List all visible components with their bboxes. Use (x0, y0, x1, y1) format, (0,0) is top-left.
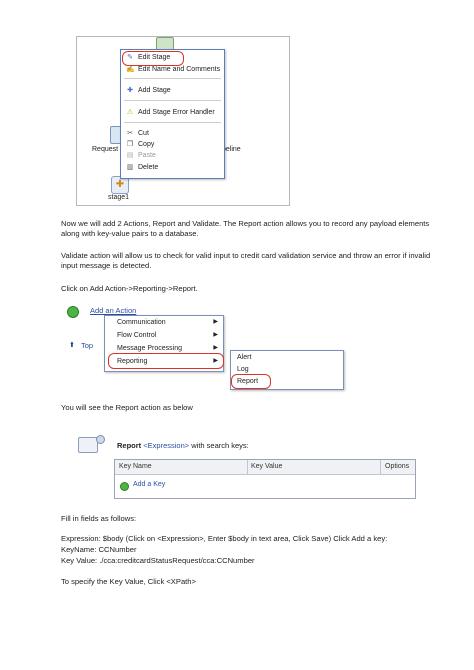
reporting-highlight (108, 353, 224, 369)
menu-item-paste[interactable]: ▤ Paste (121, 150, 224, 162)
column-divider (380, 460, 381, 474)
delete-icon: ▥ (126, 164, 134, 171)
menu-separator (124, 78, 221, 79)
report-header-suffix: with search keys: (191, 441, 249, 450)
report-highlight (231, 374, 271, 389)
paragraph-click-add-action: Click on Add Action->Reporting->Report. (61, 284, 198, 293)
search-keys-table: Key Name Key Value Options Add a Key (114, 459, 416, 499)
cut-icon: ✂ (127, 130, 133, 137)
request-label: Request (92, 146, 119, 153)
paragraph-specify-xpath: To specify the Key Value, Click <XPath> (61, 577, 196, 586)
report-action-badge-icon (96, 435, 105, 444)
paste-icon: ▤ (126, 152, 134, 159)
menu-item-add-stage[interactable]: ✚ Add Stage (121, 85, 224, 97)
report-action-icon (78, 437, 98, 453)
menu-separator (124, 100, 221, 101)
column-header-options: Options (385, 463, 410, 470)
report-title: Report (117, 441, 142, 450)
column-divider (247, 460, 248, 474)
paragraph-fill-fields: Fill in fields as follows: (61, 514, 137, 523)
submenu-arrow-icon: ▶ (213, 319, 218, 325)
paragraph-expression: Expression: $body (Click on <Expression>… (61, 534, 388, 543)
add-action-icon[interactable] (67, 306, 79, 318)
report-header: Report <Expression> with search keys: (117, 441, 249, 450)
menu-item-flow-control[interactable]: Flow Control (117, 330, 156, 341)
menu-item-alert[interactable]: Alert (237, 352, 251, 363)
paragraph-see-report: You will see the Report action as below (61, 403, 193, 412)
paragraph-keyname: KeyName: CCNumber (61, 545, 137, 554)
column-header-key-name: Key Name (119, 463, 152, 470)
menu-item-communication[interactable]: Communication (117, 317, 166, 328)
stage-context-menu: ✎ Edit Stage ✍ Edit Name and Comments ✚ … (120, 49, 225, 179)
add-key-link[interactable]: Add a Key (133, 481, 165, 488)
paragraph-keyvalue: Key Value: ./cca:creditcardStatusRequest… (61, 556, 255, 565)
menu-item-delete[interactable]: ▥ Delete (121, 162, 224, 174)
add-action-link[interactable]: Add an Action (90, 306, 136, 315)
paragraph-report-intro: Now we will add 2 Actions, Report and Va… (61, 219, 430, 239)
add-stage-icon: ✚ (127, 87, 133, 94)
menu-item-add-error-handler[interactable]: ⚠ Add Stage Error Handler (121, 107, 224, 119)
top-icon: ⬆ (69, 342, 75, 349)
column-header-key-value: Key Value (251, 463, 283, 470)
top-link[interactable]: Top (81, 341, 93, 350)
copy-icon: ❐ (126, 141, 134, 148)
expression-link[interactable]: <Expression> (143, 441, 189, 450)
stage-label: stage1 (108, 194, 130, 201)
warning-icon: ⚠ (126, 109, 134, 116)
edit-name-icon: ✍ (126, 66, 135, 73)
submenu-arrow-icon: ▶ (213, 332, 218, 338)
add-key-icon[interactable] (120, 482, 129, 491)
edit-stage-highlight (122, 51, 184, 66)
paragraph-validate-intro: Validate action will allow us to check f… (61, 251, 431, 271)
menu-separator (124, 122, 221, 123)
